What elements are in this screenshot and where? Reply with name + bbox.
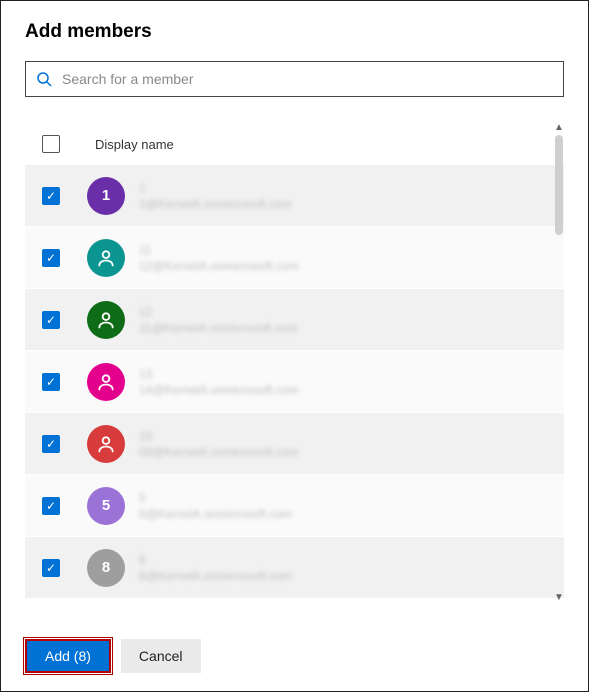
member-name: 13 — [139, 368, 299, 380]
search-input[interactable] — [60, 70, 553, 88]
member-email: 11@KernelA.onmicrosoft.com — [139, 322, 298, 334]
member-email: 12@KernelA.onmicrosoft.com — [139, 260, 299, 272]
person-icon — [87, 425, 125, 463]
page-title: Add members — [25, 21, 564, 43]
scroll-up-icon[interactable]: ▲ — [554, 123, 564, 133]
table-row[interactable]: ✓ 13 14@KernelA.onmicrosoft.com — [25, 351, 564, 413]
add-button[interactable]: Add (8) — [25, 639, 111, 673]
member-email: 8@KernelA.onmicrosoft.com — [139, 570, 292, 582]
person-icon — [87, 301, 125, 339]
column-display-name: Display name — [95, 137, 174, 152]
table-row[interactable]: ✓ 8 8 8@KernelA.onmicrosoft.com — [25, 537, 564, 599]
scrollbar[interactable]: ▲ ▼ — [554, 123, 564, 603]
add-members-panel: Add members Display name ✓111@KernelA.on… — [0, 0, 589, 692]
list-header: Display name — [25, 123, 564, 165]
table-row[interactable]: ✓ 15 09@KernelA.onmicrosoft.com — [25, 413, 564, 475]
table-row[interactable]: ✓ 1 1 1@KernelA.onmicrosoft.com — [25, 165, 564, 227]
dialog-footer: Add (8) Cancel — [25, 639, 201, 673]
row-checkbox[interactable]: ✓ — [42, 311, 60, 329]
member-email: 14@KernelA.onmicrosoft.com — [139, 384, 299, 396]
row-checkbox[interactable]: ✓ — [42, 187, 60, 205]
avatar: 8 — [87, 549, 125, 587]
row-checkbox[interactable]: ✓ — [42, 435, 60, 453]
member-rows: ✓111@KernelA.onmicrosoft.com✓1112@Kernel… — [25, 165, 564, 603]
member-name: 12 — [139, 306, 298, 318]
avatar: 1 — [87, 177, 125, 215]
avatar: 5 — [87, 487, 125, 525]
member-name: 11 — [139, 244, 299, 256]
scroll-thumb[interactable] — [555, 135, 563, 235]
row-checkbox[interactable]: ✓ — [42, 373, 60, 391]
member-name: 5 — [139, 492, 292, 504]
scroll-down-icon[interactable]: ▼ — [554, 593, 564, 603]
table-row[interactable]: ✓ 12 11@KernelA.onmicrosoft.com — [25, 289, 564, 351]
member-list: Display name ✓111@KernelA.onmicrosoft.co… — [25, 123, 564, 603]
table-row[interactable]: ✓ 5 5 5@KernelA.onmicrosoft.com — [25, 475, 564, 537]
member-name: 15 — [139, 430, 299, 442]
person-icon — [87, 363, 125, 401]
row-checkbox[interactable]: ✓ — [42, 249, 60, 267]
search-field-container[interactable] — [25, 61, 564, 97]
cancel-button[interactable]: Cancel — [121, 639, 201, 673]
search-icon — [36, 71, 52, 87]
member-name: 8 — [139, 554, 292, 566]
row-checkbox[interactable]: ✓ — [42, 559, 60, 577]
member-email: 09@KernelA.onmicrosoft.com — [139, 446, 299, 458]
person-icon — [87, 239, 125, 277]
member-name: 1 — [139, 182, 292, 194]
row-checkbox[interactable]: ✓ — [42, 497, 60, 515]
member-email: 1@KernelA.onmicrosoft.com — [139, 198, 292, 210]
member-email: 5@KernelA.onmicrosoft.com — [139, 508, 292, 520]
select-all-checkbox[interactable] — [42, 135, 60, 153]
table-row[interactable]: ✓ 11 12@KernelA.onmicrosoft.com — [25, 227, 564, 289]
